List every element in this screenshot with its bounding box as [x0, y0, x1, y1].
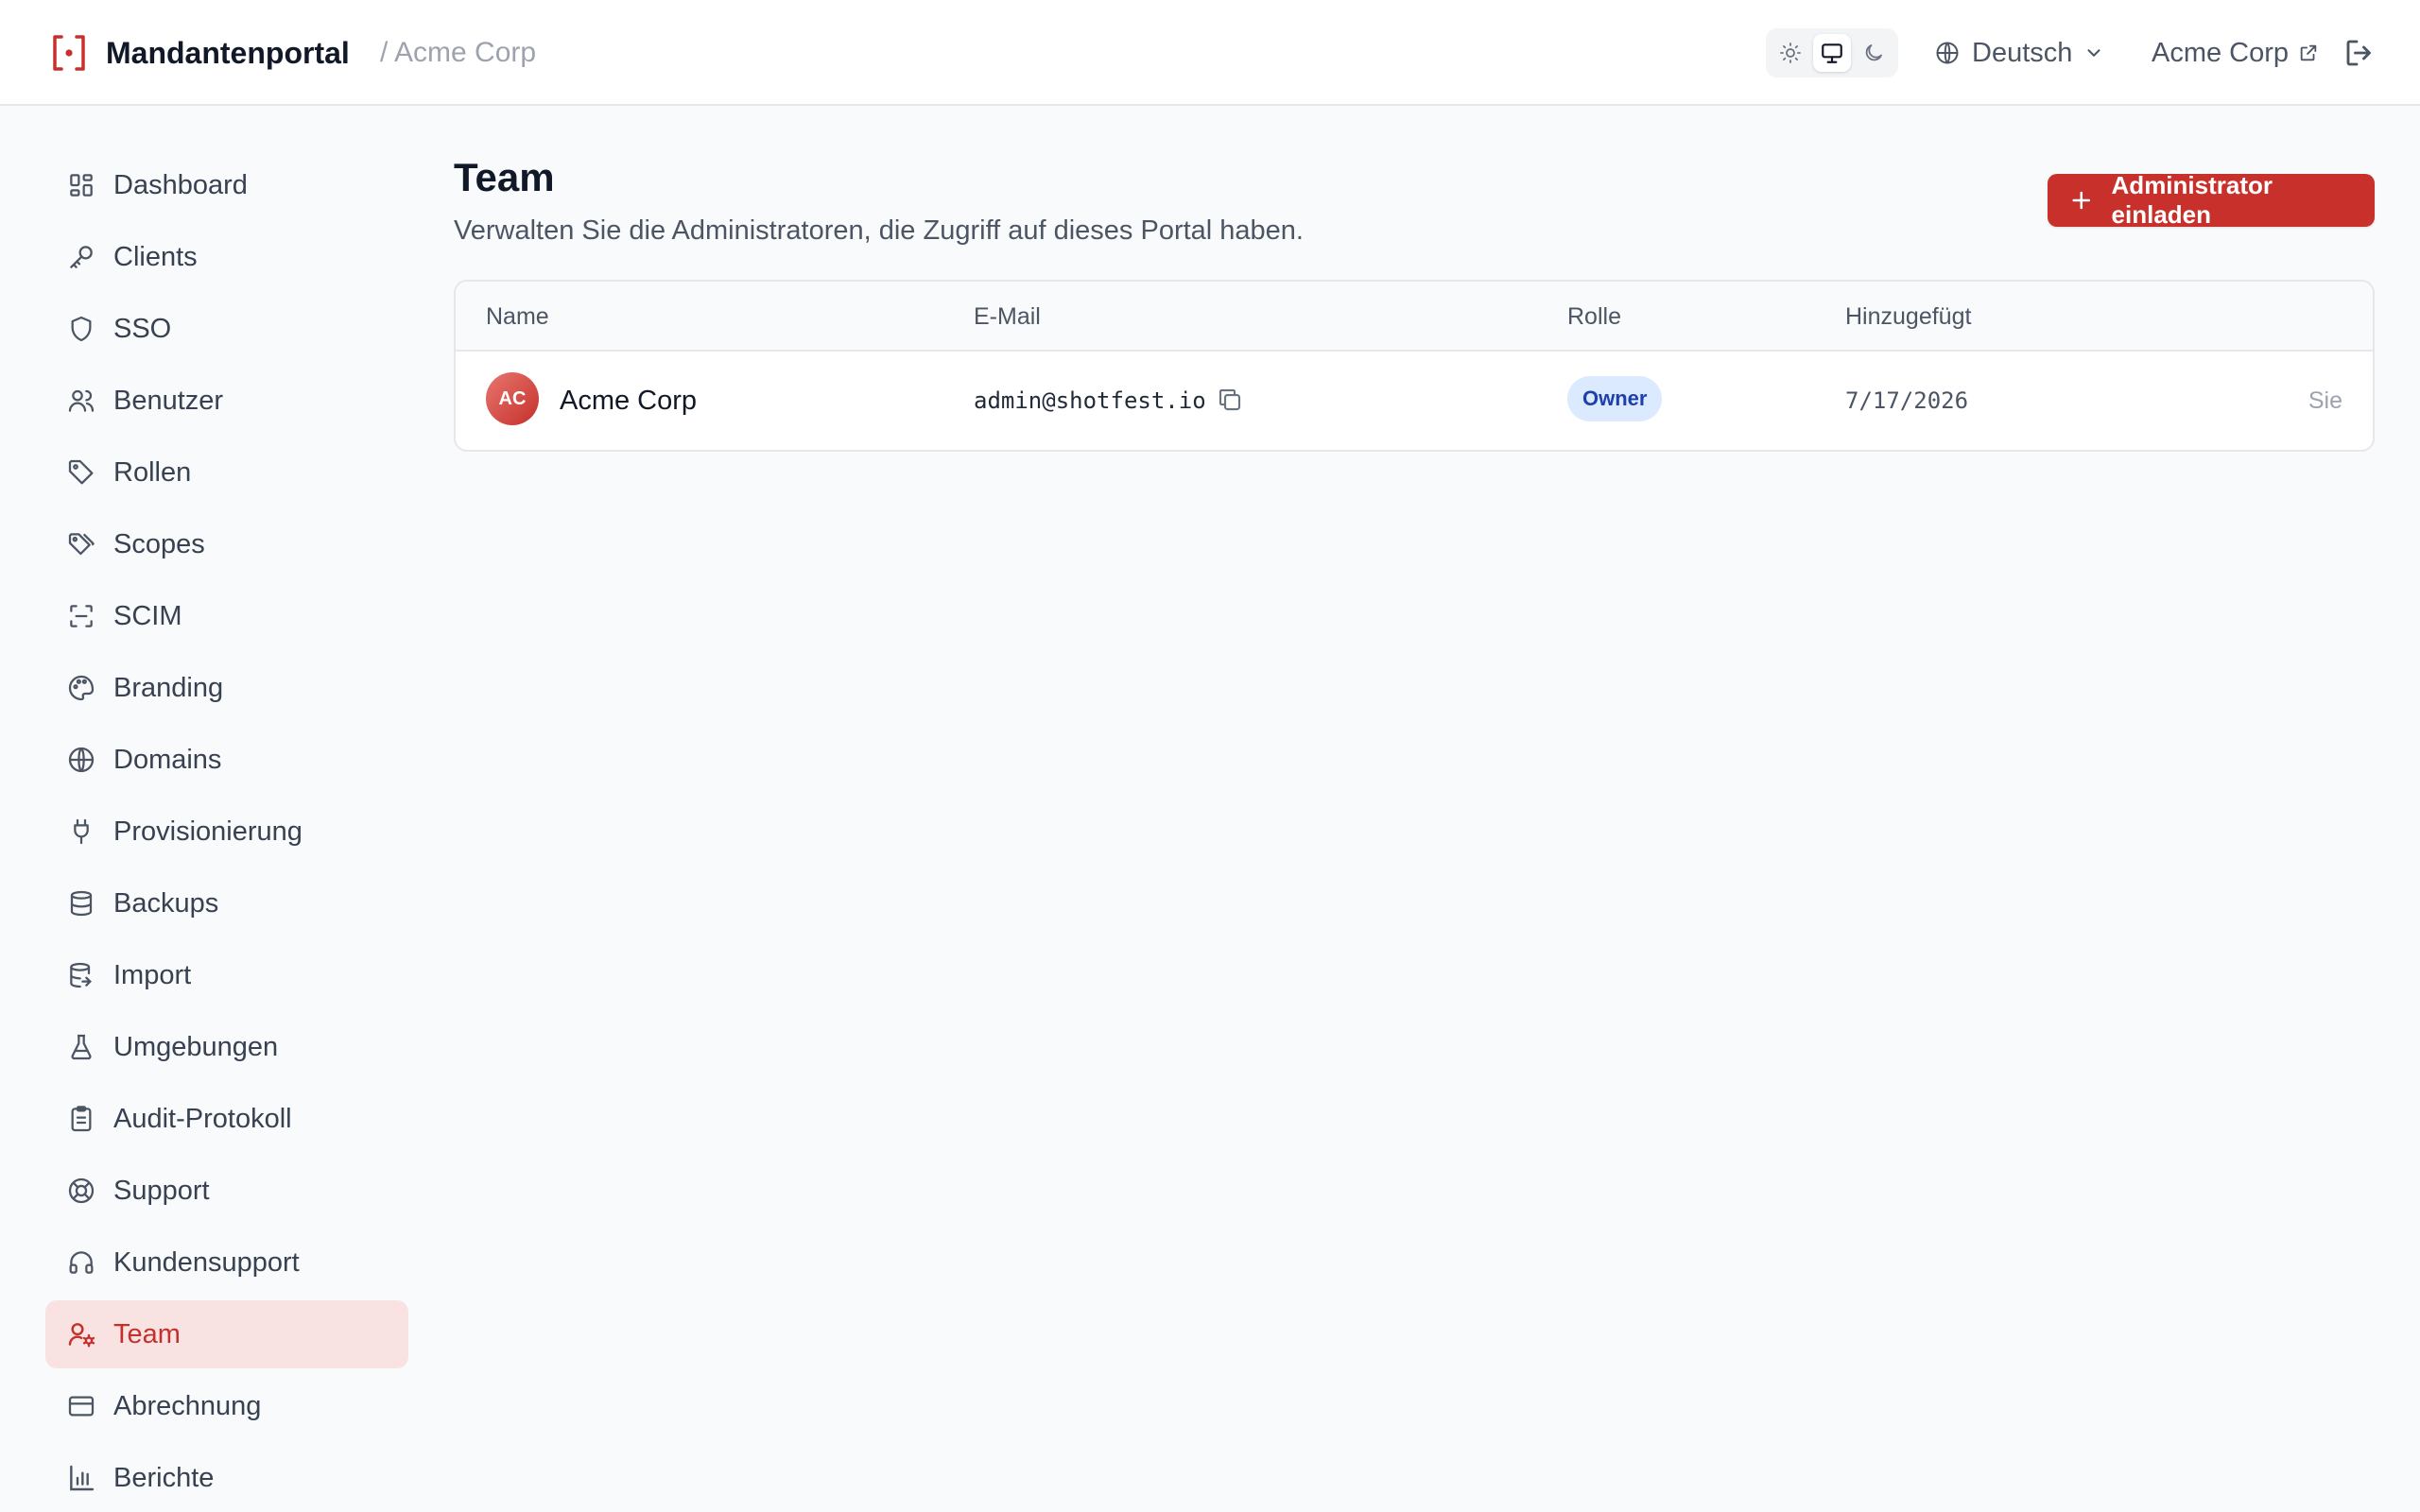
tags-icon — [68, 533, 95, 556]
app-name[interactable]: Mandantenportal — [106, 32, 350, 74]
chevron-down-icon — [2087, 49, 2100, 57]
member-name: Acme Corp — [560, 386, 698, 416]
member-email: admin@shotfest.io — [974, 387, 1206, 414]
plug-icon — [74, 818, 89, 845]
sidebar-item-label: Scopes — [113, 528, 205, 559]
plus-icon — [2072, 191, 2091, 210]
globe-icon — [68, 747, 95, 773]
sidebar-item-label: Team — [113, 1318, 181, 1349]
invite-admin-button[interactable]: Administrator einladen — [2048, 171, 2375, 229]
brand-logo-icon — [53, 35, 85, 71]
sidebar-item-label: Support — [113, 1175, 210, 1206]
scan-icon — [70, 605, 93, 627]
sidebar-item-abrechnung[interactable]: Abrechnung — [45, 1372, 408, 1440]
invite-admin-label: Administrator einladen — [2111, 171, 2273, 229]
bar-chart-icon — [70, 1465, 95, 1491]
sidebar-item-label: Provisionierung — [113, 816, 302, 847]
sidebar-item-sso[interactable]: SSO — [45, 295, 408, 363]
sidebar-item-label: Umgebungen — [113, 1031, 279, 1062]
sidebar-item-provisionierung[interactable]: Provisionierung — [45, 798, 408, 866]
sidebar-nav: Dashboard Clients SSO Benutzer Rollen Sc… — [45, 151, 408, 1512]
sidebar-item-domains[interactable]: Domains — [45, 726, 408, 794]
sidebar-item-benutzer[interactable]: Benutzer — [45, 367, 408, 435]
table-header: Name E-Mail Rolle Hinzugefügt — [456, 282, 2373, 352]
sidebar-item-label: Berichte — [113, 1462, 215, 1493]
tenant-external-link[interactable]: Acme Corp — [2152, 28, 2319, 77]
flask-icon — [71, 1034, 92, 1060]
sidebar-item-backups[interactable]: Backups — [45, 869, 408, 937]
column-email: E-Mail — [974, 303, 1041, 330]
sidebar-item-label: Backups — [113, 887, 219, 919]
headphones-icon — [69, 1251, 94, 1274]
user-cog-icon — [68, 1323, 95, 1348]
member-added-date: 7/17/2026 — [1845, 387, 1969, 414]
copy-icon[interactable] — [1216, 386, 1244, 414]
language-select[interactable]: Deutsch — [1934, 28, 2104, 77]
sidebar-item-import[interactable]: Import — [45, 941, 408, 1009]
current-user-marker: Sie — [2308, 387, 2342, 414]
theme-switcher — [1766, 28, 1898, 77]
column-role: Rolle — [1567, 303, 1621, 330]
sidebar-item-label: Branding — [113, 672, 224, 703]
tenant-link-label: Acme Corp — [2152, 37, 2290, 68]
sidebar-item-support[interactable]: Support — [45, 1157, 408, 1225]
sidebar-item-rollen[interactable]: Rollen — [45, 438, 408, 507]
monitor-icon[interactable] — [1813, 34, 1851, 72]
sidebar-item-clients[interactable]: Clients — [45, 223, 408, 291]
dashboard-icon — [70, 174, 93, 197]
sidebar-item-label: Audit-Protokoll — [113, 1103, 292, 1134]
sidebar-item-label: SCIM — [113, 600, 182, 631]
sidebar-item-label: Kundensupport — [113, 1246, 300, 1278]
clipboard-icon — [71, 1106, 92, 1132]
status-badge: Owner — [1567, 376, 1663, 421]
users-icon — [68, 389, 95, 412]
key-icon — [70, 246, 93, 268]
sidebar-item-label: Abrechnung — [113, 1390, 262, 1421]
lifebuoy-icon — [68, 1177, 95, 1204]
palette-icon — [68, 675, 95, 701]
tag-icon — [68, 459, 94, 485]
team-table: Name E-Mail Rolle Hinzugefügt AC Acme Co… — [454, 280, 2375, 452]
credit-card-icon — [68, 1396, 95, 1417]
sidebar-item-branding[interactable]: Branding — [45, 654, 408, 722]
sidebar-item-label: Clients — [113, 241, 198, 272]
globe-icon — [1936, 42, 1959, 64]
page-title: Team — [454, 155, 555, 199]
sidebar-item-dashboard[interactable]: Dashboard — [45, 151, 408, 219]
top-header: Mandantenportal / Acme Corp Deutsch Acme… — [0, 0, 2420, 106]
moon-icon[interactable] — [1855, 34, 1893, 72]
table-row: AC Acme Corp admin@shotfest.io Owner 7/1… — [456, 352, 2373, 450]
sun-icon[interactable] — [1772, 34, 1809, 72]
sidebar-item-berichte[interactable]: Berichte — [45, 1444, 408, 1512]
sidebar-item-kundensupport[interactable]: Kundensupport — [45, 1228, 408, 1297]
sidebar-item-audit-protokoll[interactable]: Audit-Protokoll — [45, 1085, 408, 1153]
sidebar-item-label: Benutzer — [113, 385, 224, 416]
sidebar-item-label: SSO — [113, 313, 172, 344]
breadcrumb: / Acme Corp — [380, 37, 537, 68]
sidebar-item-label: Rollen — [113, 456, 192, 488]
logout-icon[interactable] — [2342, 36, 2377, 70]
sidebar-item-label: Domains — [113, 744, 222, 775]
page-subtitle: Verwalten Sie die Administratoren, die Z… — [454, 215, 1304, 246]
sidebar-item-label: Import — [113, 959, 192, 990]
database-import-icon — [70, 962, 92, 988]
sidebar-item-scim[interactable]: SCIM — [45, 582, 408, 650]
shield-icon — [71, 316, 92, 342]
database-icon — [70, 890, 93, 917]
avatar: AC — [486, 372, 539, 425]
sidebar-item-scopes[interactable]: Scopes — [45, 510, 408, 578]
column-added: Hinzugefügt — [1845, 303, 1972, 330]
sidebar-item-umgebungen[interactable]: Umgebungen — [45, 1013, 408, 1081]
sidebar-item-team[interactable]: Team — [45, 1300, 408, 1368]
external-link-icon — [2300, 44, 2317, 61]
column-name: Name — [486, 303, 549, 330]
language-label: Deutsch — [1972, 37, 2073, 68]
sidebar-item-label: Dashboard — [113, 169, 248, 200]
